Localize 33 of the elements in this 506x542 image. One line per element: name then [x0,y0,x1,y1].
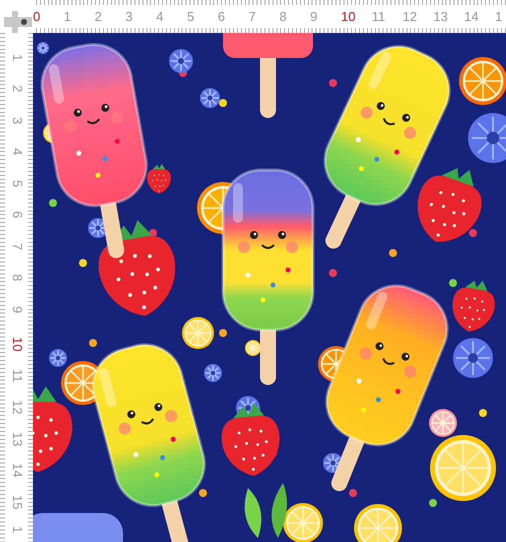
ruler-number: 10 [340,8,356,24]
ruler-number: 0 [33,8,40,24]
ruler-number: 12 [402,8,418,24]
ruler-number: 2 [94,8,102,24]
ruler-number: 3 [10,116,24,124]
ruler-hook-icon [2,11,32,33]
ruler-number: 2 [10,85,24,92]
ruler-number: 12 [10,400,24,414]
ruler-number: 10 [10,337,24,352]
ruler-number: 1 [494,8,502,24]
ruler-number: 6 [218,8,226,24]
ruler-number: 4 [10,148,24,156]
ruler-number: 7 [248,8,256,24]
ruler-number: 3 [125,8,133,24]
ruler-number: 4 [156,8,164,24]
ruler-number: 7 [10,242,24,250]
ruler-number: 1 [10,54,24,61]
ruler-number: 11 [10,368,24,382]
ruler-number: 6 [10,211,24,218]
ruler-number: 1 [64,8,72,24]
ruler-number: 8 [10,274,24,282]
ruler-number: 5 [186,8,194,24]
ruler-number: 5 [10,180,24,187]
ruler-number: 14 [10,463,24,478]
ruler-number: 8 [279,8,287,24]
ruler-number: 13 [433,8,448,24]
ruler-number: 11 [372,8,386,24]
ruler-number: 13 [10,432,24,446]
ruler-number: 9 [310,8,318,24]
ruler-number: 15 [10,494,24,509]
ruler-number: 1 [10,526,24,534]
ruler-number: 14 [464,8,479,24]
ruler-number: 9 [10,306,24,313]
